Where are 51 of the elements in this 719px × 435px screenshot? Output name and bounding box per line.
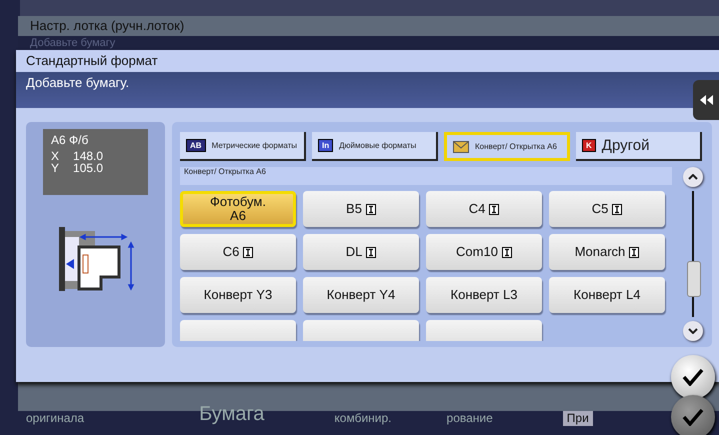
scroll-down-button[interactable]: [683, 321, 703, 341]
scroll-thumb[interactable]: [687, 261, 701, 297]
paper-size-button[interactable]: Com10: [426, 234, 542, 270]
paper-size-button[interactable]: B5: [303, 191, 419, 227]
category-tab[interactable]: In Дюймовые форматы: [312, 132, 438, 161]
paper-size-button[interactable]: C5: [549, 191, 665, 227]
nav-tab[interactable]: оригинала: [26, 411, 84, 426]
double-arrow-icon: [698, 94, 714, 106]
envelope-icon: [453, 140, 469, 152]
paper-size-button[interactable]: Monarch: [549, 234, 665, 270]
dialog-message: Добавьте бумагу.: [26, 75, 130, 90]
paper-size-button[interactable]: C4: [426, 191, 542, 227]
orientation-icon: [366, 246, 376, 258]
scroll-up-button[interactable]: [683, 167, 703, 187]
axis-label: Y: [51, 162, 60, 174]
format-icon: In: [318, 139, 334, 152]
chevron-up-icon: [688, 174, 698, 180]
format-icon: AB: [186, 139, 206, 152]
chevron-down-icon: [688, 328, 698, 334]
size-name: A6 Ф/б: [51, 133, 90, 147]
dialog-message: Добавьте бумагу: [18, 36, 719, 50]
nav-tab[interactable]: комбинир.: [334, 411, 392, 426]
dimension-value: 148.0: [73, 150, 104, 162]
dialog-title: Настр. лотка (ручн.лоток): [29, 17, 186, 35]
orientation-icon: [612, 204, 622, 214]
checkmark-icon: [682, 408, 704, 426]
paper-size-button[interactable]: Конверт Y3: [180, 277, 296, 313]
nav-tab[interactable]: Бумага: [199, 403, 264, 426]
paper-size-button[interactable]: Конверт Y4: [303, 277, 419, 313]
category-tab[interactable]: K Другой: [576, 132, 702, 161]
paper-size-button[interactable]: DL: [303, 234, 419, 270]
category-tab[interactable]: Конверт/ Открытка А6: [444, 132, 570, 161]
orientation-icon: [502, 246, 512, 258]
paper-size-button[interactable]: Фотобум. А6: [180, 191, 296, 227]
checkmark-icon: [682, 368, 704, 386]
orientation-icon: [243, 246, 254, 258]
axis-label: X: [51, 150, 60, 162]
section-label: Конверт/ Открытка А6: [180, 167, 672, 185]
orientation-icon: [629, 246, 640, 258]
paper-size-button[interactable]: Конверт L4: [549, 277, 665, 313]
collapse-button[interactable]: [693, 80, 719, 120]
paper-size-button[interactable]: C6: [180, 234, 296, 270]
orientation-icon: [366, 204, 376, 214]
orientation-icon: [489, 204, 500, 214]
format-icon: K: [582, 139, 596, 152]
paper-size-button[interactable]: Конверт L3: [426, 277, 542, 313]
dialog-title: Стандартный формат: [16, 50, 719, 72]
nav-tab[interactable]: рование: [446, 411, 493, 426]
nav-button[interactable]: При: [562, 411, 593, 426]
dimension-value: 105.0: [73, 162, 104, 174]
category-tab[interactable]: AB Метрические форматы: [180, 132, 306, 161]
